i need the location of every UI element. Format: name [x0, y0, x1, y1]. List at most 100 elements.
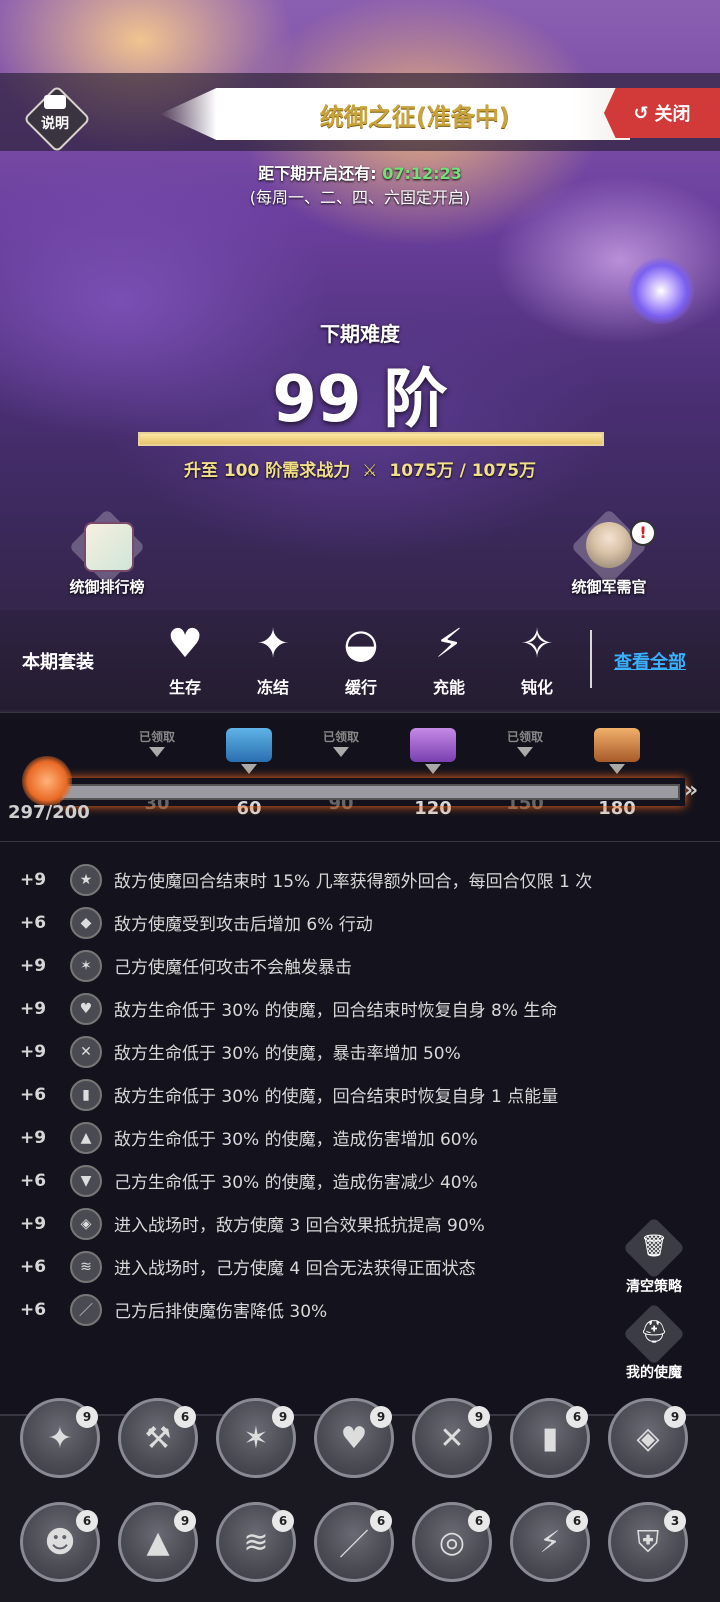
buff-level: +6 — [20, 1084, 47, 1105]
list-item: +6 ▮ 敌方生命低于 30% 的使魔，回合结束时恢复自身 1 点能量 — [0, 1073, 720, 1116]
schedule-note: (每周一、二、四、六固定开启) — [249, 188, 471, 207]
level-badge: 9 — [76, 1406, 98, 1428]
trash-icon: 🗑 — [640, 1234, 668, 1259]
milestone-90[interactable]: 已领取 90 — [306, 728, 376, 814]
alert-badge: ! — [630, 520, 656, 546]
level-badge: 6 — [76, 1510, 98, 1532]
buff-level: +9 — [20, 1127, 47, 1148]
list-item: +9 ▲ 敌方生命低于 30% 的使魔，造成伤害增加 60% — [0, 1116, 720, 1159]
buff-level: +6 — [20, 1256, 47, 1277]
target-icon: ◎ — [438, 1524, 466, 1560]
buff-text: 敌方生命低于 30% 的使魔，回合结束时恢复自身 8% 生命 — [114, 1001, 558, 1021]
milestone-marker — [149, 747, 165, 757]
power-progress-fill — [140, 434, 602, 444]
close-button-label: 关闭 — [654, 104, 691, 125]
ranking-button[interactable]: 统御排行榜 — [52, 508, 162, 608]
milestone-marker — [517, 747, 533, 757]
buff-level: +9 — [20, 1213, 47, 1234]
milestone-120[interactable]: 120 — [398, 728, 468, 819]
buff-level: +9 — [20, 955, 47, 976]
set-item-label: 生存 — [168, 678, 201, 697]
level-badge: 9 — [664, 1406, 686, 1428]
buff-text: 己方后排使魔伤害降低 30% — [114, 1302, 328, 1322]
milestone-value: 180 — [598, 798, 636, 819]
buff-level: +6 — [20, 1299, 47, 1320]
power-requirement: 升至 100 阶需求战力 ⚔ 1075万 / 1075万 — [0, 456, 720, 481]
heart-plus-icon: ♥ — [167, 621, 203, 667]
shield-bolt-icon: ⛨ — [636, 1524, 660, 1560]
cat-up-badge-icon: ▲ — [70, 1121, 102, 1154]
close-button[interactable]: ↺ 关闭 — [604, 88, 720, 138]
set-item-charge[interactable]: ⚡ 充能 — [414, 620, 484, 698]
set-item-label: 充能 — [432, 678, 465, 697]
milestone-value: 120 — [414, 798, 452, 819]
chest-icon — [226, 728, 272, 762]
info-button-label: 说明 — [41, 116, 69, 132]
person-wave-icon: ≋ — [243, 1524, 269, 1560]
set-item-survival[interactable]: ♥ 生存 — [150, 620, 220, 698]
milestone-marker — [333, 747, 349, 757]
buff-level: +9 — [20, 869, 47, 890]
milestone-150[interactable]: 已领取 150 — [490, 728, 560, 814]
title-banner: 统御之征(准备中) — [160, 88, 630, 140]
clear-strategy-button[interactable]: 🗑 清空策略 — [614, 1216, 694, 1306]
countdown-time: 07:12:23 — [382, 164, 462, 183]
double-chevron-icon: » — [684, 778, 699, 803]
claimed-label: 已领取 — [506, 730, 543, 744]
cat-battery-badge-icon: ▮ — [70, 1078, 102, 1111]
list-item: +9 ✕ 敌方生命低于 30% 的使魔，暴击率增加 50% — [0, 1030, 720, 1073]
level-badge: 3 — [664, 1510, 686, 1532]
buff-text: 敌方生命低于 30% 的使魔，暴击率增加 50% — [114, 1044, 461, 1064]
buff-text: 进入战场时，己方使魔 4 回合无法获得正面状态 — [114, 1259, 476, 1279]
buff-text: 敌方生命低于 30% 的使魔，造成伤害增加 60% — [114, 1130, 478, 1150]
claimed-label: 已领取 — [322, 730, 359, 744]
my-pets-button[interactable]: ⛑ 我的使魔 — [614, 1302, 694, 1392]
progress-score: 297/200 — [8, 802, 90, 823]
level-badge: 6 — [174, 1406, 196, 1428]
cat-sword-badge-icon: ✕ — [70, 1035, 102, 1068]
power-requirement-value: 1075万 / 1075万 — [389, 461, 537, 481]
countdown: 距下期开启还有: 07:12:23 — [0, 160, 720, 184]
level-badge: 9 — [174, 1510, 196, 1532]
level-badge: 6 — [370, 1510, 392, 1532]
set-item-blunt[interactable]: ✧ 钝化 — [502, 620, 572, 698]
hammer-icon: ⚒ — [144, 1420, 172, 1456]
return-icon: ↺ — [633, 102, 649, 124]
buff-text: 敌方生命低于 30% 的使魔，回合结束时恢复自身 1 点能量 — [114, 1087, 559, 1107]
my-pets-label: 我的使魔 — [626, 1365, 682, 1381]
milestone-marker — [241, 764, 257, 774]
broken-star-icon: ✧ — [520, 621, 554, 667]
ice-shard-icon: ✦ — [256, 621, 290, 667]
set-label: 本期套装 — [22, 652, 94, 673]
boot-badge-icon: ◆ — [70, 906, 102, 939]
cat-heart-icon: ♥ — [340, 1420, 368, 1456]
buff-level: +9 — [20, 998, 47, 1019]
set-item-freeze[interactable]: ✦ 冻结 — [238, 620, 308, 698]
set-divider — [590, 630, 592, 688]
milestone-30[interactable]: 已领取 30 — [122, 728, 192, 814]
level-badge: 9 — [272, 1406, 294, 1428]
blade-badge-icon: ／ — [70, 1293, 102, 1326]
info-button[interactable]: 说明 — [22, 84, 91, 153]
milestone-60[interactable]: 60 — [214, 728, 284, 819]
difficulty-label: 下期难度 — [320, 322, 400, 346]
crossed-swords-icon: ⚔ — [362, 461, 378, 481]
helmet-icon: ⛑ — [640, 1320, 668, 1345]
page-title: 统御之征(准备中) — [320, 102, 510, 131]
level-badge: 6 — [468, 1510, 490, 1532]
cat-shield-icon: ◈ — [636, 1420, 660, 1456]
view-all-link[interactable]: 查看全部 — [614, 648, 686, 674]
list-item: +6 ≋ 进入战场时，己方使魔 4 回合无法获得正面状态 — [0, 1245, 720, 1288]
person-icon: ☻ — [44, 1524, 76, 1560]
blade-icon: ／ — [339, 1528, 369, 1563]
countdown-prefix: 距下期开启还有: — [258, 164, 377, 183]
set-item-slow[interactable]: ◒ 缓行 — [326, 620, 396, 698]
chest-icon — [410, 728, 456, 762]
boot-icon: ◒ — [343, 621, 379, 667]
quartermaster-button[interactable]: ! 统御军需官 — [554, 508, 664, 608]
set-item-label: 冻结 — [256, 678, 289, 697]
buff-text: 敌方使魔受到攻击后增加 6% 行动 — [114, 915, 373, 935]
flame-emblem-icon — [22, 756, 72, 806]
person-wave-badge-icon: ≋ — [70, 1250, 102, 1283]
milestone-180[interactable]: 180 — [582, 728, 652, 819]
